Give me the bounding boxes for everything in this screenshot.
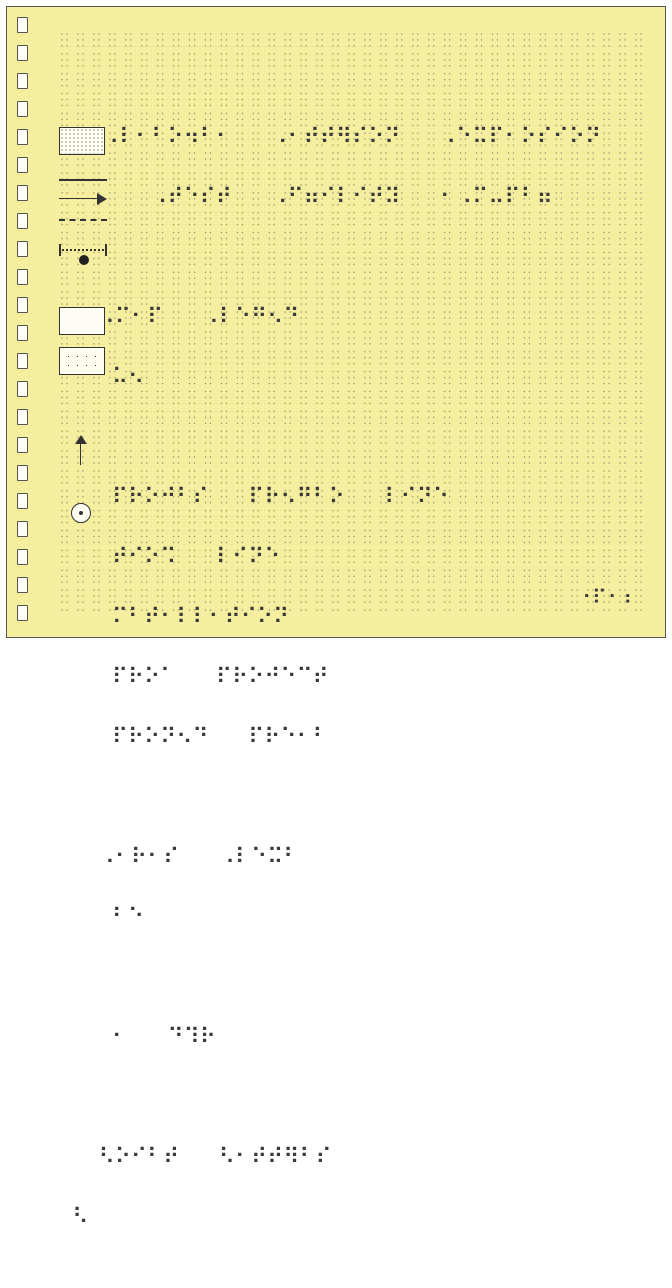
title-line-2: ⠠⠞⠑⠎⠞ ⠠⠋⠶⠊⠇⠊⠞⠽ ⠂⠠⠍⠤⠏⠃⠶: [59, 189, 645, 209]
binding-hole: [17, 521, 28, 537]
binding-hole: [17, 549, 28, 565]
binding-hole: [17, 409, 28, 425]
title-line-1: ⠠⠇⠂⠃⠕⠲⠃⠂ ⠠⠂⠞⠞⠻⠎⠕⠝ ⠠⠑⠭⠏⠂⠕⠎⠊⠕⠝: [59, 129, 645, 149]
binding-hole: [17, 437, 28, 453]
binding-hole: [17, 185, 28, 201]
legend-symbol-circle-dot: [71, 503, 91, 523]
binding-hole: [17, 129, 28, 145]
binding-hole: [17, 353, 28, 369]
binding-hole: [17, 577, 28, 593]
legend-text-4: ⠍⠃⠞⠂⠇⠇⠂⠞⠊⠕⠝: [112, 606, 289, 631]
legend-symbol-empty-box: [59, 307, 105, 335]
binding-hole: [17, 17, 28, 33]
legend-symbol-solid-line: [59, 179, 107, 181]
binding-hole: [17, 73, 28, 89]
binding-hole: [17, 213, 28, 229]
legend-text-1: ⠥⠢: [112, 366, 144, 391]
legend-text-3: ⠞⠊⠕⠩ ⠇⠊⠝⠑: [112, 546, 281, 571]
legend-symbol-gauge-line: [59, 247, 107, 255]
point-heading: ⠣⠕⠊⠃⠞ ⠣⠂⠞⠞⠻⠃⠎: [99, 1146, 332, 1171]
binding-hole: [17, 101, 28, 117]
braille-text-overlay: ⠠⠇⠂⠃⠕⠲⠃⠂ ⠠⠂⠞⠞⠻⠎⠕⠝ ⠠⠑⠭⠏⠂⠕⠎⠊⠕⠝ ⠠⠞⠑⠎⠞ ⠠⠋⠶⠊⠇…: [59, 29, 645, 1288]
legend-text-5: ⠏⠗⠕⠁ ⠏⠗⠕⠚⠑⠉⠞: [112, 666, 329, 691]
binding-hole: [17, 325, 28, 341]
legend-symbol-arrow-up: [75, 435, 87, 465]
spiral-binding: [17, 17, 31, 627]
legend-text-8: ⠂ ⠙⠹⠗: [112, 1026, 216, 1051]
legend-symbol-filled-box: [59, 127, 105, 155]
binding-hole: [17, 297, 28, 313]
binding-hole: [17, 381, 28, 397]
legend-text-7: ⠃⠑: [112, 906, 144, 931]
map-legend-heading: ⠠⠍⠂⠏ ⠠⠇⠑⠛⠢⠙: [99, 306, 300, 331]
binding-hole: [17, 493, 28, 509]
legend-text-6: ⠏⠗⠕⠝⠢⠙ ⠏⠗⠑⠂⠃: [112, 726, 329, 751]
binding-hole: [17, 605, 28, 621]
legend-symbol-filled-dot: [79, 255, 89, 265]
page-number: ⠐⠏⠂⠆: [576, 585, 639, 611]
legend-symbol-dashed-line: [59, 219, 107, 221]
binding-hole: [17, 157, 28, 173]
binding-hole: [17, 465, 28, 481]
legend-symbol-dotted-box: [59, 347, 105, 375]
binding-hole: [17, 269, 28, 285]
legend-text-2: ⠏⠗⠕⠚⠃⠎ ⠏⠗⠢⠛⠃⠕ ⠇⠊⠝⠑: [112, 486, 449, 511]
legend-symbol-arrow-right: [59, 193, 107, 205]
braille-document-page: ⠠⠇⠂⠃⠕⠲⠃⠂ ⠠⠂⠞⠞⠻⠎⠕⠝ ⠠⠑⠭⠏⠂⠕⠎⠊⠕⠝ ⠠⠞⠑⠎⠞ ⠠⠋⠶⠊⠇…: [6, 6, 666, 638]
binding-hole: [17, 45, 28, 61]
area-heading: ⠠⠂⠗⠂⠎ ⠠⠇⠑⠭⠃: [99, 846, 300, 871]
binding-hole: [17, 241, 28, 257]
